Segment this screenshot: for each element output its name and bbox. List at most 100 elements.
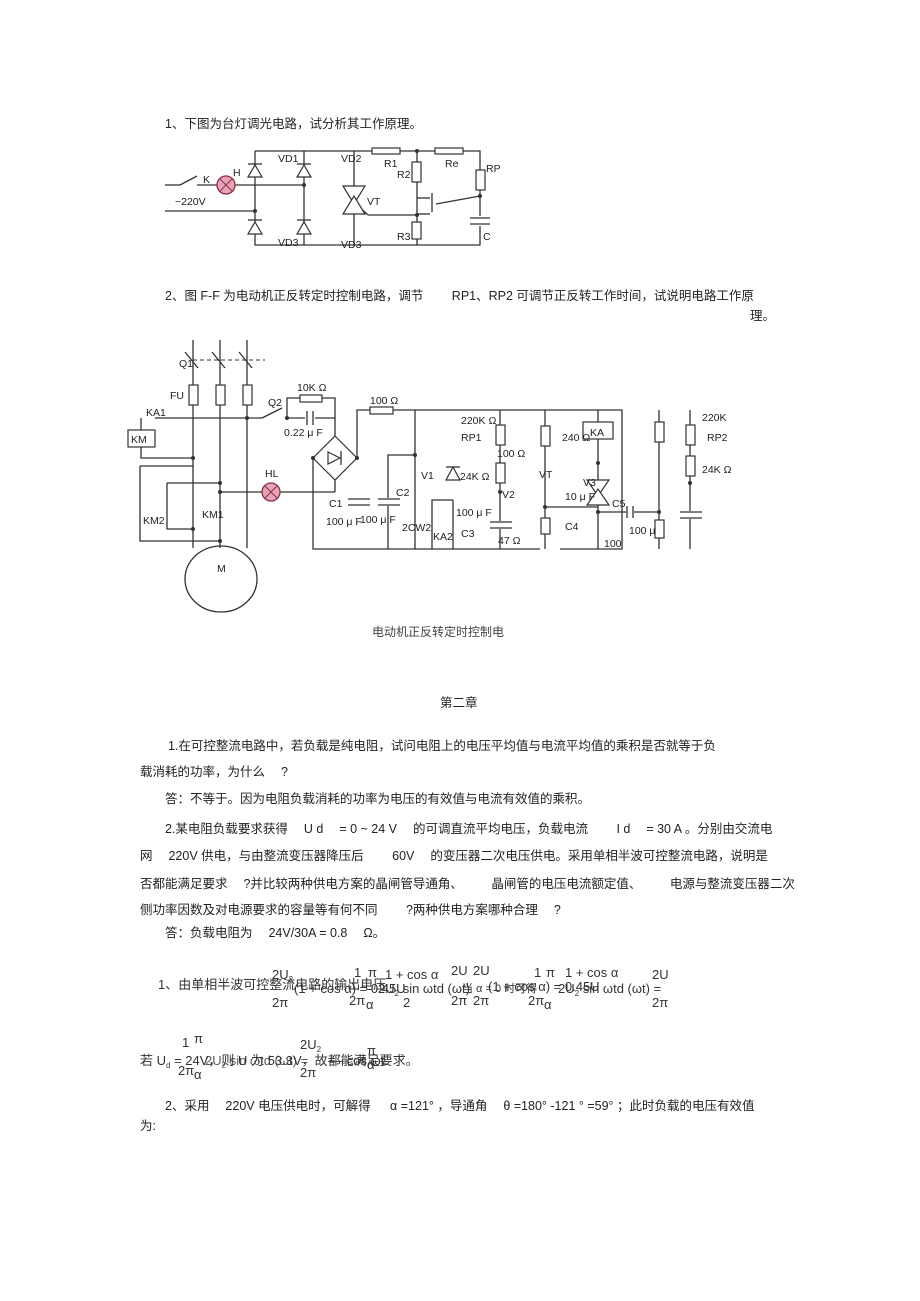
text-label: 1 + cos α: [385, 967, 439, 982]
text-label: HL: [265, 468, 279, 480]
text-label: VT: [367, 196, 381, 208]
text-label: 100 μ F: [326, 516, 362, 528]
text-label: 2: [221, 1061, 227, 1070]
text-label: 1 + cos α: [565, 965, 619, 980]
resistor-r3: [411, 221, 422, 240]
text-label: VD3: [341, 239, 362, 251]
text-label: 100 μ F: [456, 507, 492, 519]
text-label: C3: [461, 528, 475, 540]
text-label: VD3: [278, 237, 299, 249]
zener-v1: [444, 465, 462, 481]
text-label: 1: [534, 965, 542, 980]
text-label: KM: [131, 434, 147, 446]
text-label: 2: [394, 989, 400, 998]
resistor-10k: [299, 394, 323, 403]
text-label: R3: [397, 231, 411, 243]
diodes: [246, 163, 313, 235]
text-label: Q2: [268, 397, 282, 409]
text-label: 1: [182, 1035, 190, 1050]
text-label: 2: [288, 975, 294, 984]
text-label: — cos ωt: [330, 1053, 385, 1068]
text-label: KA2: [433, 531, 453, 543]
lamp-hl-icon: [261, 482, 281, 502]
text-label: V1: [421, 470, 434, 482]
text-label: 10K Ω: [297, 382, 327, 394]
motor-m: [184, 545, 258, 613]
circuit-1-labels: VD1 VD2 H K ~220V VT R1 R2 Re RP R3 C VD…: [175, 153, 501, 251]
text-label: R2: [397, 169, 411, 181]
paragraph: 1.在可控整流电路中，若负载是纯电阻，试问电阻上的电压平均值与电流平均值的乘积是…: [168, 739, 716, 753]
text-label: 若 U: [140, 1053, 167, 1068]
answer: 答：不等于。因为电阻负载消耗的功率为电压的有效值与电流有效值的乘积。: [165, 792, 591, 806]
text-label: 2U: [300, 1037, 317, 1052]
text-label: 2U: [652, 967, 669, 982]
text-label: KA: [590, 427, 604, 439]
text-label: 10 μ F: [565, 491, 595, 503]
text-label: 2π: [178, 1063, 195, 1078]
text-label: 47 Ω: [498, 535, 521, 547]
text-label: Re: [445, 158, 459, 170]
bridge-rectifier: [312, 435, 358, 481]
fuses: [188, 384, 253, 406]
paragraph: 载消耗的功率，为什么 ?: [140, 765, 288, 779]
text-label: KA1: [146, 407, 166, 419]
potentiometer-rp1: [495, 424, 506, 446]
question-2: 2、图 F-F 为电动机正反转定时控制电路，调节 RP1、RP2 可调节正反转工…: [165, 289, 754, 303]
text-label: R1: [384, 158, 398, 170]
text-label: 2π: [349, 993, 366, 1008]
resistor-47: [540, 517, 551, 535]
text-label: 1: [354, 965, 362, 980]
resistor-r1: [371, 147, 401, 155]
text-label: 2π: [528, 993, 545, 1008]
text-label: C: [483, 231, 491, 243]
text-label: VD1: [278, 153, 299, 165]
resistor-100b: [540, 425, 551, 447]
text-label: RP2: [707, 432, 728, 444]
answer: 答：负载电阻为 24V/30A = 0.8 Ω。: [165, 926, 386, 940]
chapter-title: 第二章: [440, 696, 478, 710]
circuit-1-wires: [165, 150, 481, 246]
paragraph: 侧功率因数及对电源要求的容量等有何不同 ?两种供电方案哪种合理 ?: [140, 903, 561, 917]
paragraph: 2、采用 220V 电压供电时，可解得 α =121° ，导通角 θ =180°…: [165, 1099, 755, 1113]
text-label: 2U: [205, 1053, 222, 1068]
text-label: Q1: [179, 358, 193, 370]
text-label: ~220V: [175, 196, 206, 208]
text-label: C5: [612, 498, 626, 510]
text-label: 2U: [473, 963, 490, 978]
text-label: 240 Ω: [562, 432, 590, 444]
text-label: C4: [565, 521, 579, 533]
resistor-re: [434, 147, 464, 155]
text-label: 220K Ω: [461, 415, 496, 427]
question-2-end: 理。: [750, 309, 776, 323]
text-label: C2: [396, 487, 410, 499]
text-label: M: [217, 563, 226, 575]
text-label: K: [203, 174, 210, 186]
text-label: 2U: [558, 981, 575, 996]
text-label: 2U: [451, 963, 468, 978]
text-label: 24K Ω: [460, 471, 490, 483]
text-label: 100 μ F: [360, 514, 396, 526]
text-label: FU: [170, 390, 184, 402]
capacitor-c: [470, 216, 490, 226]
text-label: sin ωtd (ωt) =: [229, 1053, 309, 1068]
text-label: π: [194, 1031, 203, 1046]
text-label: 2π: [272, 995, 289, 1010]
text-label: 2U: [378, 981, 395, 996]
text-label: 2π: [473, 993, 490, 1008]
capacitor-022: [305, 410, 315, 426]
potentiometer-rp2: [685, 424, 696, 446]
text-label: sin ωtd (ωt) =: [582, 981, 662, 996]
text-label: d: [166, 1061, 171, 1070]
resistor-100c: [654, 519, 665, 539]
text-label: 2: [316, 1045, 322, 1054]
text-label: 100: [604, 538, 622, 550]
text-label: V3: [583, 477, 596, 489]
resistor-r2: [411, 161, 422, 183]
text-label: 2π: [451, 993, 468, 1008]
figure-caption: 电动机正反转定时控制电: [372, 625, 505, 639]
text-label: 2CW2: [402, 522, 431, 534]
thyristor-vt: [341, 185, 367, 215]
text-label: H: [233, 167, 241, 179]
text-label: V2: [502, 489, 515, 501]
text-label: VT: [539, 469, 553, 481]
